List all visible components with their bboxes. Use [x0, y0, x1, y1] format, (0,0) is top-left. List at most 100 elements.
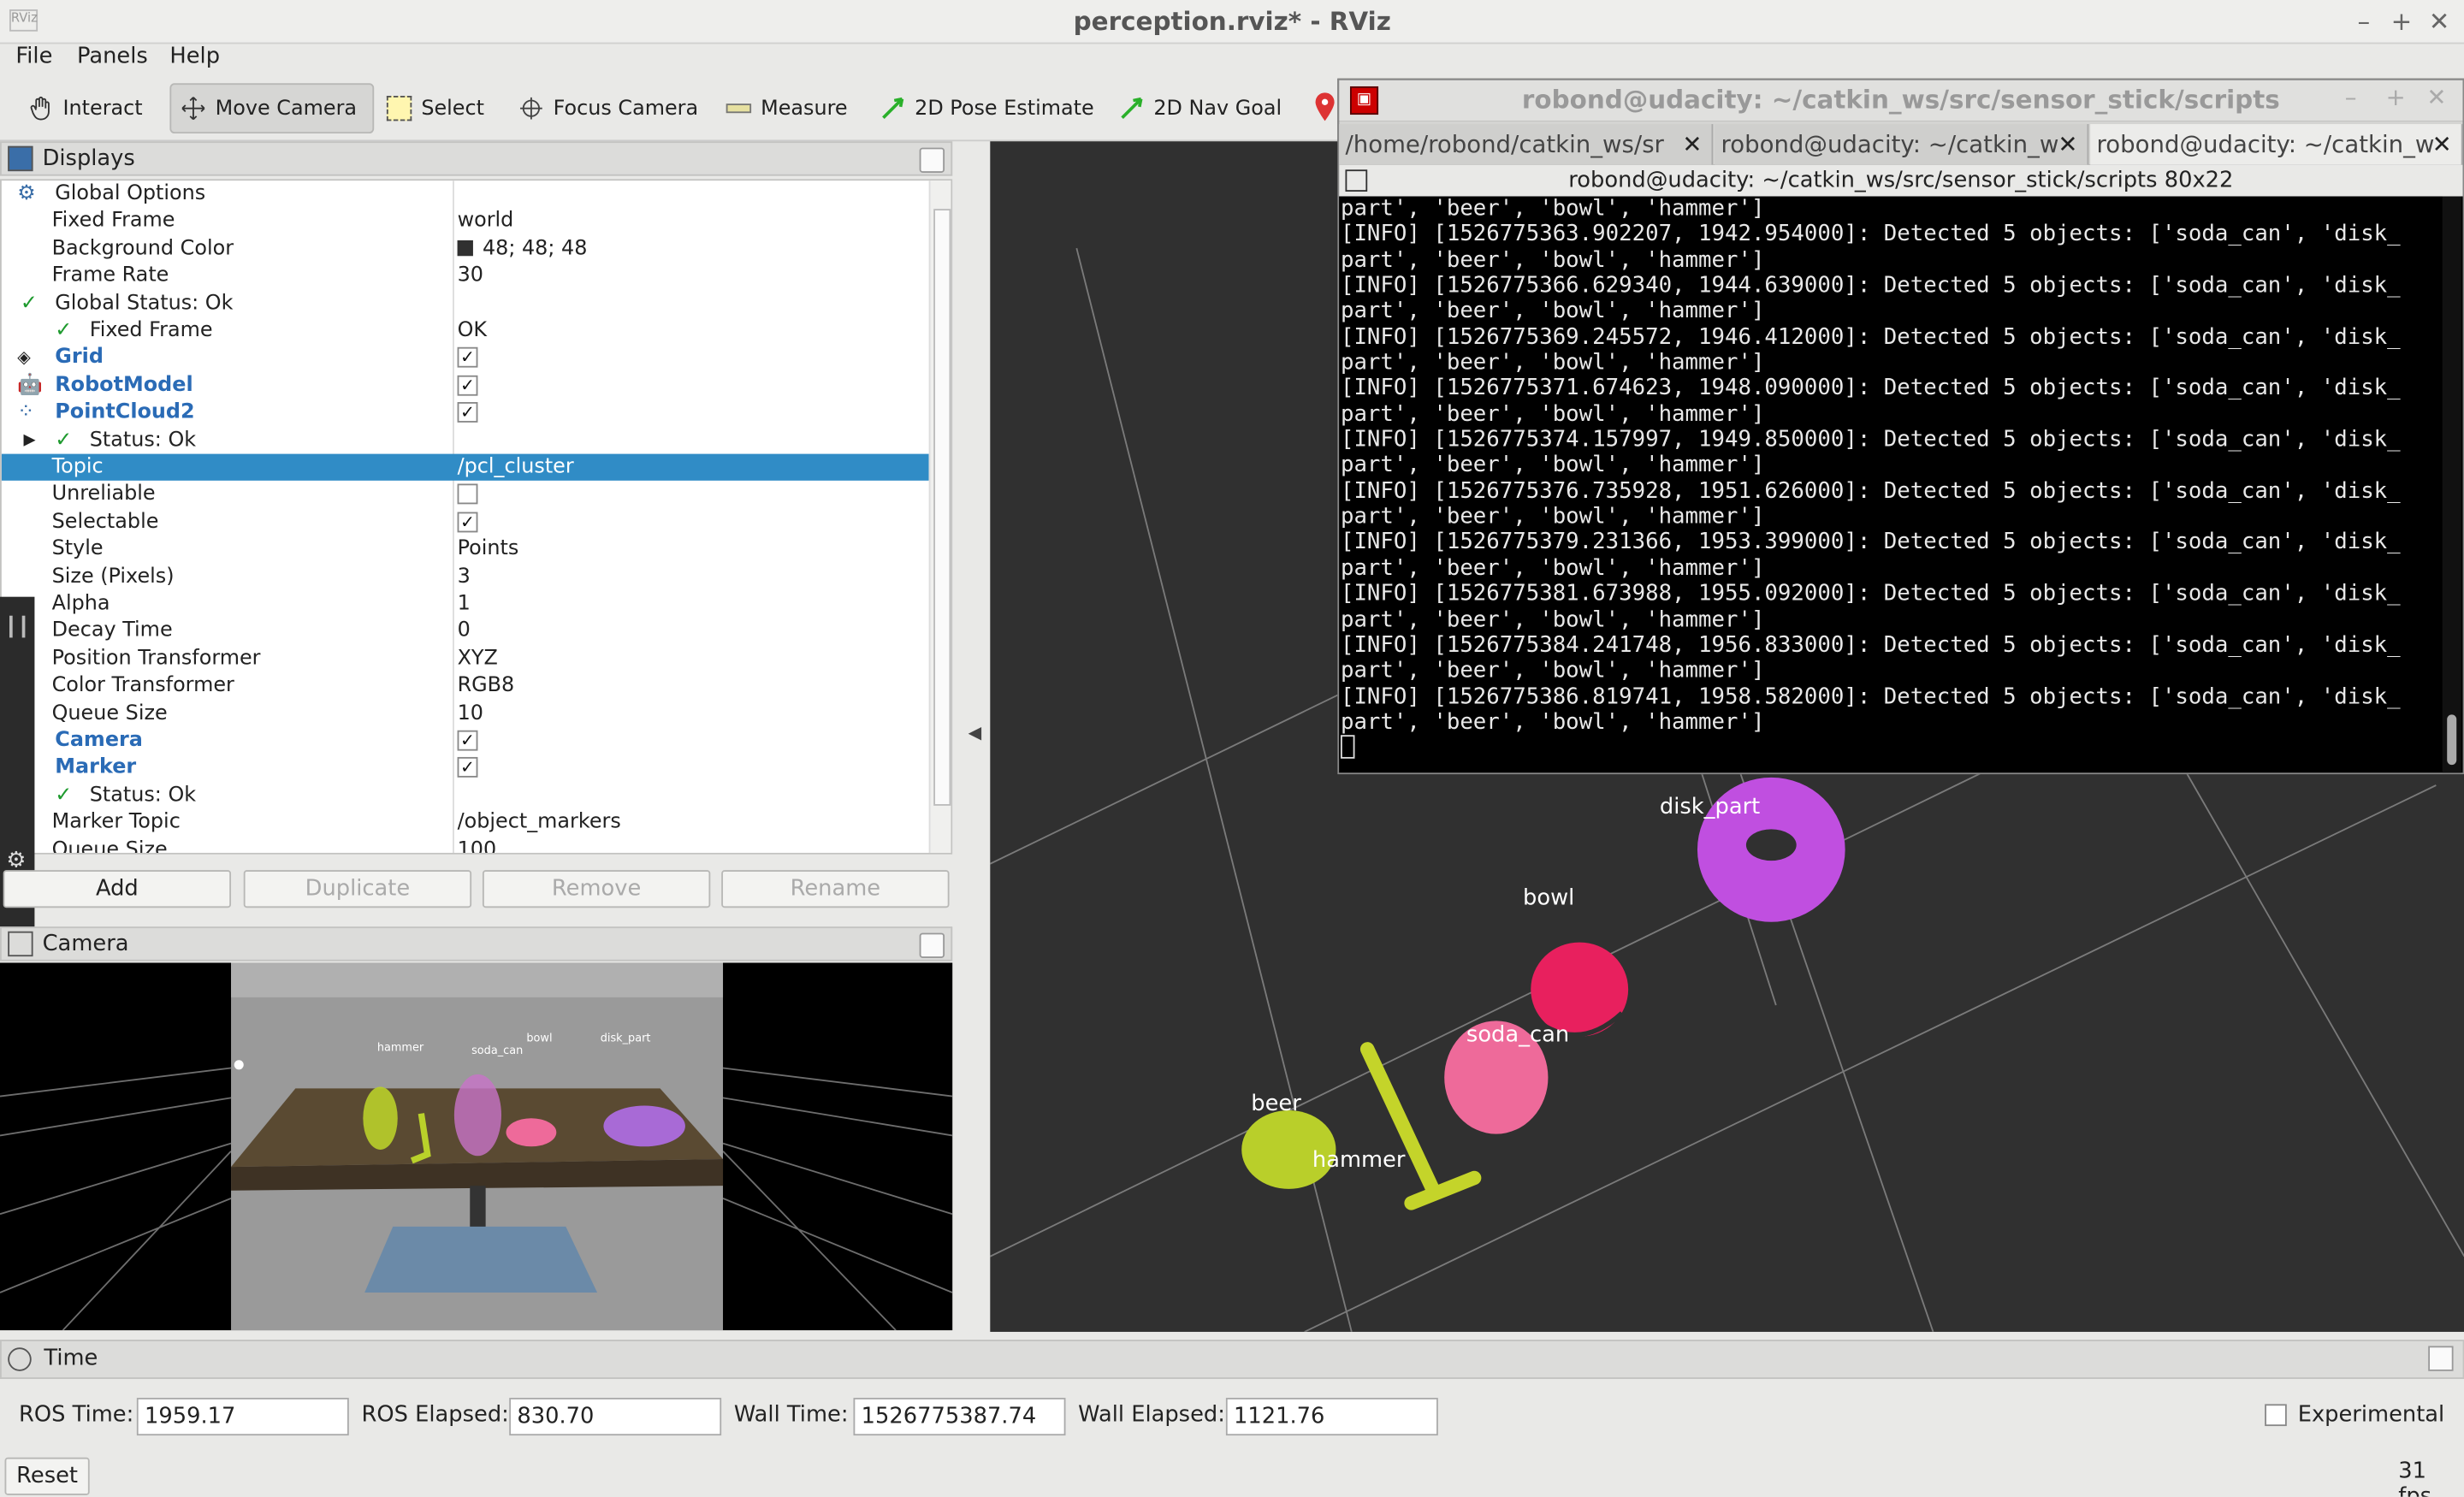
- terminal-line: part', 'beer', 'bowl', 'hammer']: [1340, 247, 1765, 273]
- fps-readout: 31 fps: [2398, 1459, 2432, 1497]
- rename-display-button[interactable]: Rename: [721, 870, 950, 908]
- terminal-line: part', 'beer', 'bowl', 'hammer']: [1340, 453, 1765, 478]
- tree-row-topic[interactable]: Topic /pcl_cluster: [1, 453, 929, 481]
- tab-close-icon[interactable]: ✕: [2432, 124, 2452, 165]
- tab-close-icon[interactable]: ✕: [1682, 124, 1702, 165]
- tree-row-pointcloud2[interactable]: ⁘ PointCloud2 ✓: [2, 399, 929, 426]
- ros-elapsed-field[interactable]: 830.70: [509, 1398, 722, 1436]
- terminal-line: part', 'beer', 'bowl', 'hammer']: [1340, 350, 1765, 376]
- measure-tool-button[interactable]: Measure: [717, 83, 857, 133]
- terminal-tab-active[interactable]: robond@udacity: ~/catkin_w ✕: [2090, 124, 2463, 165]
- menu-help[interactable]: Help: [169, 44, 220, 68]
- wall-time-field[interactable]: 1526775387.74: [853, 1398, 1066, 1436]
- scrollbar-thumb[interactable]: [933, 209, 951, 806]
- terminal-output[interactable]: part', 'beer', 'bowl', 'hammer'] [INFO] […: [1339, 197, 2439, 773]
- terminal-line: [INFO] [1526775366.629340, 1944.639000]:…: [1340, 273, 2401, 299]
- maximize-icon[interactable]: +: [2386, 6, 2418, 36]
- robotmodel-enabled-checkbox[interactable]: ✓: [457, 375, 478, 396]
- camera-panel-icon: [8, 931, 33, 957]
- add-display-button[interactable]: Add: [3, 870, 232, 908]
- pointcloud2-enabled-checkbox[interactable]: ✓: [457, 402, 478, 423]
- tree-row-robotmodel[interactable]: 🤖 RobotModel ✓: [2, 372, 929, 399]
- select-box-icon: [386, 95, 412, 121]
- terminal-line: [INFO] [1526775371.674623, 1948.090000]:…: [1340, 376, 2401, 401]
- collapse-panel-arrow-icon[interactable]: ◀: [968, 723, 982, 743]
- tree-row-global-status[interactable]: ✓ Global Status: Ok: [2, 290, 929, 317]
- menu-panels[interactable]: Panels: [77, 44, 148, 68]
- move-camera-tool-button[interactable]: Move Camera: [169, 83, 375, 134]
- panel-close-button[interactable]: [2428, 1346, 2454, 1371]
- window-title: perception.rviz* - RViz: [1073, 6, 1391, 37]
- wall-elapsed-field[interactable]: 1121.76: [1225, 1398, 1438, 1436]
- tree-row-unreliable[interactable]: Unreliable: [2, 482, 929, 508]
- panel-close-button[interactable]: [919, 932, 945, 958]
- tree-row-alpha[interactable]: Alpha 1: [2, 590, 929, 617]
- panel-close-button[interactable]: [919, 147, 945, 173]
- terminal-maximize-icon[interactable]: +: [2386, 83, 2406, 111]
- terminal-line: part', 'beer', 'bowl', 'hammer']: [1340, 196, 1765, 222]
- menu-file[interactable]: File: [15, 44, 52, 68]
- tree-row-position-transformer[interactable]: Position Transformer XYZ: [2, 645, 929, 672]
- camera-view[interactable]: hammer soda_can bowl disk_part: [0, 962, 953, 1331]
- tree-row-queue-size[interactable]: Queue Size 10: [2, 700, 929, 726]
- terminal-tab[interactable]: /home/robond/catkin_ws/sr ✕: [1339, 124, 1714, 165]
- pose-estimate-tool-button[interactable]: 2D Pose Estimate: [871, 83, 1104, 133]
- terminal-minimize-icon[interactable]: –: [2345, 83, 2357, 111]
- tree-row-marker-topic[interactable]: Marker Topic /object_markers: [2, 809, 929, 836]
- tree-row-fixed-frame-status[interactable]: ✓ Fixed Frame OK: [2, 317, 929, 344]
- tree-row-color-transformer[interactable]: Color Transformer RGB8: [2, 672, 929, 699]
- ros-time-field[interactable]: 1959.17: [136, 1398, 349, 1436]
- interact-tool-button[interactable]: Interact: [19, 83, 152, 133]
- tree-row-style[interactable]: Style Points: [2, 535, 929, 562]
- tree-row-pointcloud-status[interactable]: ▶ ✓ Status: Ok: [2, 427, 929, 453]
- displays-scrollbar[interactable]: [928, 180, 951, 853]
- gear-icon: ⚙: [17, 181, 36, 206]
- checkmark-icon: ✓: [55, 318, 73, 343]
- remove-display-button[interactable]: Remove: [482, 870, 711, 908]
- split-view-icon[interactable]: [1345, 169, 1368, 192]
- tree-row-decay-time[interactable]: Decay Time 0: [2, 618, 929, 644]
- tree-row-selectable[interactable]: Selectable ✓: [2, 508, 929, 535]
- tree-row-camera[interactable]: Camera ✓: [2, 727, 929, 754]
- tree-row-fixed-frame[interactable]: Fixed Frame world: [2, 208, 929, 234]
- grid-enabled-checkbox[interactable]: ✓: [457, 347, 478, 369]
- scrollbar-thumb[interactable]: [2447, 714, 2457, 766]
- tree-row-grid[interactable]: ◈ Grid ✓: [2, 345, 929, 371]
- camera-enabled-checkbox[interactable]: ✓: [457, 730, 478, 751]
- terminal-cursor: [1340, 735, 1355, 760]
- focus-camera-tool-button[interactable]: Focus Camera: [509, 83, 708, 133]
- selectable-checkbox[interactable]: ✓: [457, 512, 478, 533]
- duplicate-display-button[interactable]: Duplicate: [243, 870, 472, 908]
- terminal-line: [INFO] [1526775386.819741, 1958.582000]:…: [1340, 683, 2401, 710]
- time-panel-header: [0, 1340, 2464, 1380]
- minimize-icon[interactable]: –: [2348, 6, 2379, 36]
- tree-row-marker[interactable]: Marker ✓: [2, 754, 929, 781]
- tree-row-global-options[interactable]: ⚙ Global Options: [2, 180, 929, 207]
- terminal-window[interactable]: robond@udacity: ~/catkin_ws/src/sensor_s…: [1337, 78, 2464, 775]
- terminal-close-icon[interactable]: ✕: [2426, 83, 2446, 111]
- green-arrow-icon: [1121, 97, 1143, 119]
- select-tool-button[interactable]: Select: [377, 83, 494, 133]
- publish-point-tool-button[interactable]: [1314, 91, 1336, 122]
- displays-panel-header: Displays: [0, 141, 953, 176]
- reset-button[interactable]: Reset: [4, 1457, 90, 1495]
- experimental-checkbox[interactable]: [2265, 1404, 2287, 1427]
- unreliable-checkbox[interactable]: [457, 484, 478, 506]
- pause-icon[interactable]: [9, 615, 26, 638]
- tree-row-marker-status[interactable]: ✓ Status: Ok: [2, 782, 929, 808]
- terminal-tab[interactable]: robond@udacity: ~/catkin_w ✕: [1715, 124, 2089, 165]
- expand-arrow-icon[interactable]: ▶: [24, 427, 36, 453]
- close-icon[interactable]: ✕: [2424, 6, 2455, 36]
- tree-row-size-pixels[interactable]: Size (Pixels) 3: [2, 563, 929, 589]
- nav-goal-tool-button[interactable]: 2D Nav Goal: [1110, 83, 1291, 133]
- color-swatch: [457, 240, 473, 257]
- clock-icon: [8, 1347, 32, 1371]
- tree-row-frame-rate[interactable]: Frame Rate 30: [2, 263, 929, 289]
- tree-row-marker-queue-size[interactable]: Queue Size 100: [2, 837, 929, 853]
- terminal-scrollbar[interactable]: [2442, 196, 2461, 773]
- terminal-app-icon: ▣: [1349, 86, 1379, 115]
- marker-enabled-checkbox[interactable]: ✓: [457, 757, 478, 778]
- terminal-line: [INFO] [1526775376.735928, 1951.626000]:…: [1340, 478, 2401, 504]
- tab-close-icon[interactable]: ✕: [2058, 124, 2077, 165]
- tree-row-background-color[interactable]: Background Color 48; 48; 48: [2, 235, 929, 262]
